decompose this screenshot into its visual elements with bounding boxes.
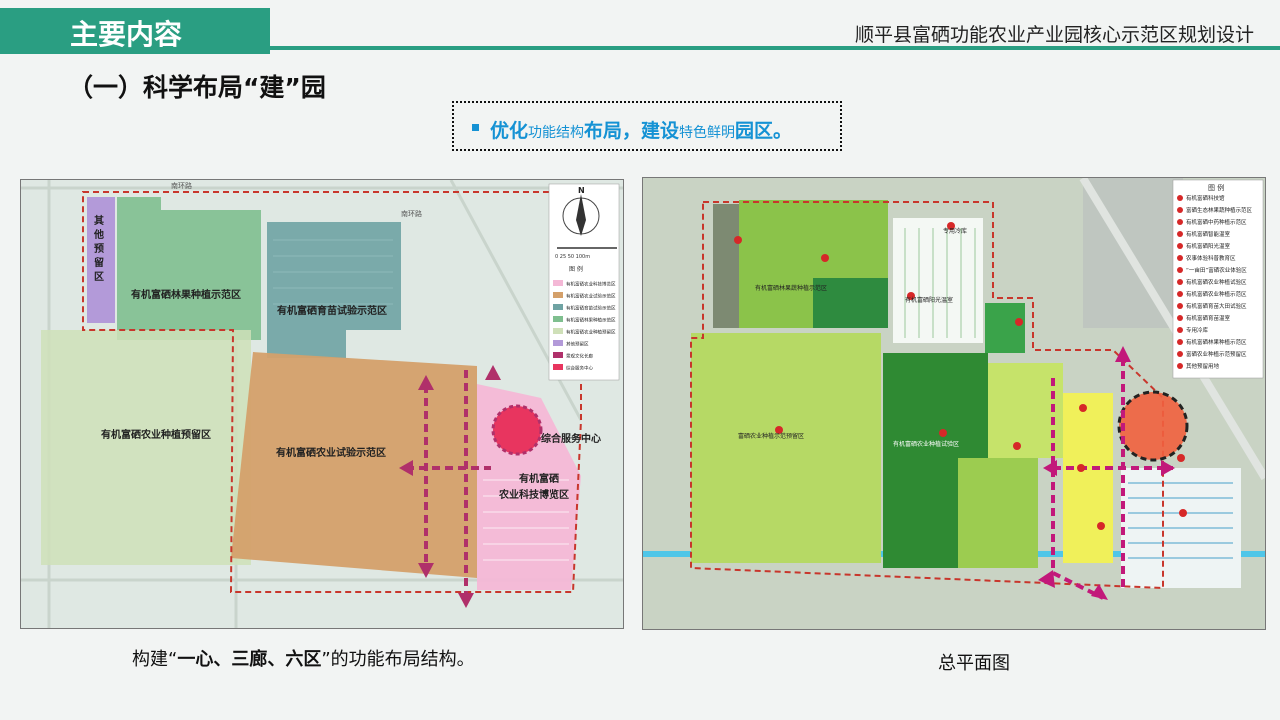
right-legend-label: 有机富硒育苗大田试验区 bbox=[1186, 302, 1247, 310]
functional-layout-svg: 其他预留区 有机富硒林果种植示范区 有机富硒育苗试验示范区 有机富硒农业种植预留… bbox=[21, 180, 623, 628]
callout-part-3: 布局，建设 bbox=[584, 120, 680, 142]
label-fruit-forest: 有机富硒林果种植示范区 bbox=[131, 288, 241, 301]
legend-swatch bbox=[553, 292, 563, 298]
callout-text: 优化功能结构布局，建设特色鲜明园区。 bbox=[490, 116, 792, 143]
right-legend-label: 农事体验科普教育区 bbox=[1186, 254, 1236, 262]
callout-part-2: 功能结构 bbox=[528, 125, 585, 141]
legend-label: 有机富硒农业种植预留区 bbox=[566, 329, 616, 336]
legend-label: 有机富硒农业试验示范区 bbox=[566, 293, 616, 300]
header-tab-title: 主要内容 bbox=[70, 18, 183, 51]
road-label-north-2: 南环路 bbox=[401, 209, 422, 218]
callout-part-4: 特色鲜明 bbox=[679, 125, 736, 141]
callout-part-5: 园区。 bbox=[735, 120, 793, 142]
legend-marker-icon bbox=[1177, 315, 1183, 321]
legend-marker-icon bbox=[1177, 351, 1183, 357]
zone-fruit-forest bbox=[117, 197, 261, 340]
label-trial: 有机富硒农业试验示范区 bbox=[276, 446, 386, 459]
legend-marker-icon bbox=[1177, 327, 1183, 333]
label-seedling: 有机富硒育苗试验示范区 bbox=[277, 304, 387, 317]
right-legend-label: “一亩田”富硒农业体验区 bbox=[1186, 266, 1247, 274]
callout-box: 优化功能结构布局，建设特色鲜明园区。 bbox=[452, 101, 842, 151]
right-legend-label: 专用冷库 bbox=[1186, 326, 1209, 334]
legend-label: 其他预留区 bbox=[566, 341, 589, 348]
field-planting-reserve bbox=[691, 333, 881, 563]
legend-marker-icon bbox=[1177, 339, 1183, 345]
zone-seedling bbox=[267, 222, 401, 358]
label-expo-2: 农业科技博览区 bbox=[498, 488, 569, 501]
field-greenhouses-north bbox=[893, 218, 983, 343]
scale-text: 0 25 50 100m bbox=[555, 254, 590, 260]
legend-label: 综合服务中心 bbox=[566, 365, 593, 372]
right-caption: 总平面图 bbox=[938, 653, 1010, 674]
legend-label: 有机富硒林果种植示范区 bbox=[566, 317, 616, 324]
legend-marker-icon bbox=[1177, 195, 1183, 201]
legend-marker-icon bbox=[1177, 363, 1183, 369]
legend-marker-icon bbox=[1177, 207, 1183, 213]
north-label: N bbox=[578, 186, 585, 195]
master-plan-map: 有机富硒林果蔬种植示范区 富硒农业种植示范预留区 有机富硒农业种植试验区 专用冷… bbox=[642, 177, 1266, 630]
header-tab: 主要内容 bbox=[0, 8, 270, 54]
road-label-north: 南环路 bbox=[171, 181, 192, 190]
legend-label: 景观文化长廊 bbox=[566, 353, 593, 360]
legend-marker-icon bbox=[1177, 219, 1183, 225]
legend-swatch bbox=[553, 304, 563, 310]
zone-planting-reserve bbox=[41, 330, 251, 565]
left-caption-suffix: ”的功能布局结构。 bbox=[321, 649, 475, 670]
legend-marker-icon bbox=[1177, 255, 1183, 261]
legend-swatch bbox=[553, 328, 563, 334]
field-experience bbox=[1063, 393, 1113, 563]
legend-title: 图 例 bbox=[569, 265, 583, 273]
right-legend-label: 富硒生态林果蔬种植示范区 bbox=[1186, 206, 1253, 214]
right-legend-label: 有机富硒农业种植试验区 bbox=[1186, 278, 1247, 286]
label-greenhouse: 有机富硒阳光温室 bbox=[905, 296, 953, 304]
right-legend-label: 有机富硒智能温室 bbox=[1186, 230, 1231, 238]
label-trial-right: 有机富硒农业种植试验区 bbox=[893, 440, 959, 448]
tech-museum-marker bbox=[1117, 390, 1189, 462]
legend-marker-icon bbox=[1177, 231, 1183, 237]
right-legend-label: 有机富硒科技馆 bbox=[1186, 194, 1225, 202]
legend-swatch bbox=[553, 340, 563, 346]
label-other-reserve: 其他预留区 bbox=[93, 214, 104, 283]
field-small-plot bbox=[985, 303, 1025, 353]
legend-label: 有机富硒农业科技博览区 bbox=[566, 281, 616, 288]
project-title: 顺平县富硒功能农业产业园核心示范区规划设计 bbox=[854, 24, 1254, 46]
right-legend-items: 有机富硒科技馆富硒生态林果蔬种植示范区有机富硒中药种植示范区有机富硒智能温室有机… bbox=[1177, 194, 1253, 370]
right-legend-title: 图 例 bbox=[1208, 183, 1224, 192]
bullet-icon bbox=[472, 124, 479, 131]
label-cold-storage: 专用冷库 bbox=[943, 227, 967, 235]
functional-layout-map: 其他预留区 有机富硒林果种植示范区 有机富硒育苗试验示范区 有机富硒农业种植预留… bbox=[20, 179, 624, 629]
right-legend-label: 有机富硒育苗温室 bbox=[1186, 314, 1231, 322]
right-legend-label: 其他预留用地 bbox=[1186, 362, 1220, 370]
legend-marker-icon bbox=[1177, 243, 1183, 249]
service-center-marker bbox=[491, 404, 543, 456]
legend-swatch bbox=[553, 280, 563, 286]
zone-trial bbox=[231, 352, 477, 578]
section-heading: （一）科学布局“建”园 bbox=[68, 73, 326, 102]
callout-part-1: 优化 bbox=[490, 120, 529, 142]
legend-swatch bbox=[553, 352, 563, 358]
field-trial-mid bbox=[958, 458, 1038, 568]
left-caption-prefix: 构建“ bbox=[132, 649, 178, 670]
left-caption-bold: 一心、三廊、六区 bbox=[177, 649, 322, 670]
right-legend-label: 有机富硒中药种植示范区 bbox=[1186, 218, 1247, 226]
label-planting-reserve: 有机富硒农业种植预留区 bbox=[101, 428, 211, 441]
legend-label: 有机富硒育苗试验示范区 bbox=[566, 305, 616, 312]
legend-marker-icon bbox=[1177, 303, 1183, 309]
right-legend-label: 富硒农业种植示范预留区 bbox=[1186, 350, 1247, 358]
legend-swatch bbox=[553, 364, 563, 370]
label-planting-reserve-right: 富硒农业种植示范预留区 bbox=[738, 432, 804, 440]
label-fruit-veg: 有机富硒林果蔬种植示范区 bbox=[755, 284, 827, 292]
legend-swatch bbox=[553, 316, 563, 322]
master-plan-svg: 有机富硒林果蔬种植示范区 富硒农业种植示范预留区 有机富硒农业种植试验区 专用冷… bbox=[643, 178, 1265, 629]
right-legend-label: 有机富硒农业种植示范区 bbox=[1186, 290, 1247, 298]
label-service-center: 综合服务中心 bbox=[541, 432, 601, 445]
label-expo-1: 有机富硒 bbox=[519, 472, 559, 485]
legend-marker-icon bbox=[1177, 267, 1183, 273]
right-legend-label: 有机富硒林果种植示范区 bbox=[1186, 338, 1247, 346]
right-legend-label: 有机富硒阳光温室 bbox=[1186, 242, 1231, 250]
left-caption: 构建“一心、三廊、六区”的功能布局结构。 bbox=[132, 645, 475, 671]
legend-marker-icon bbox=[1177, 291, 1183, 297]
legend-marker-icon bbox=[1177, 279, 1183, 285]
